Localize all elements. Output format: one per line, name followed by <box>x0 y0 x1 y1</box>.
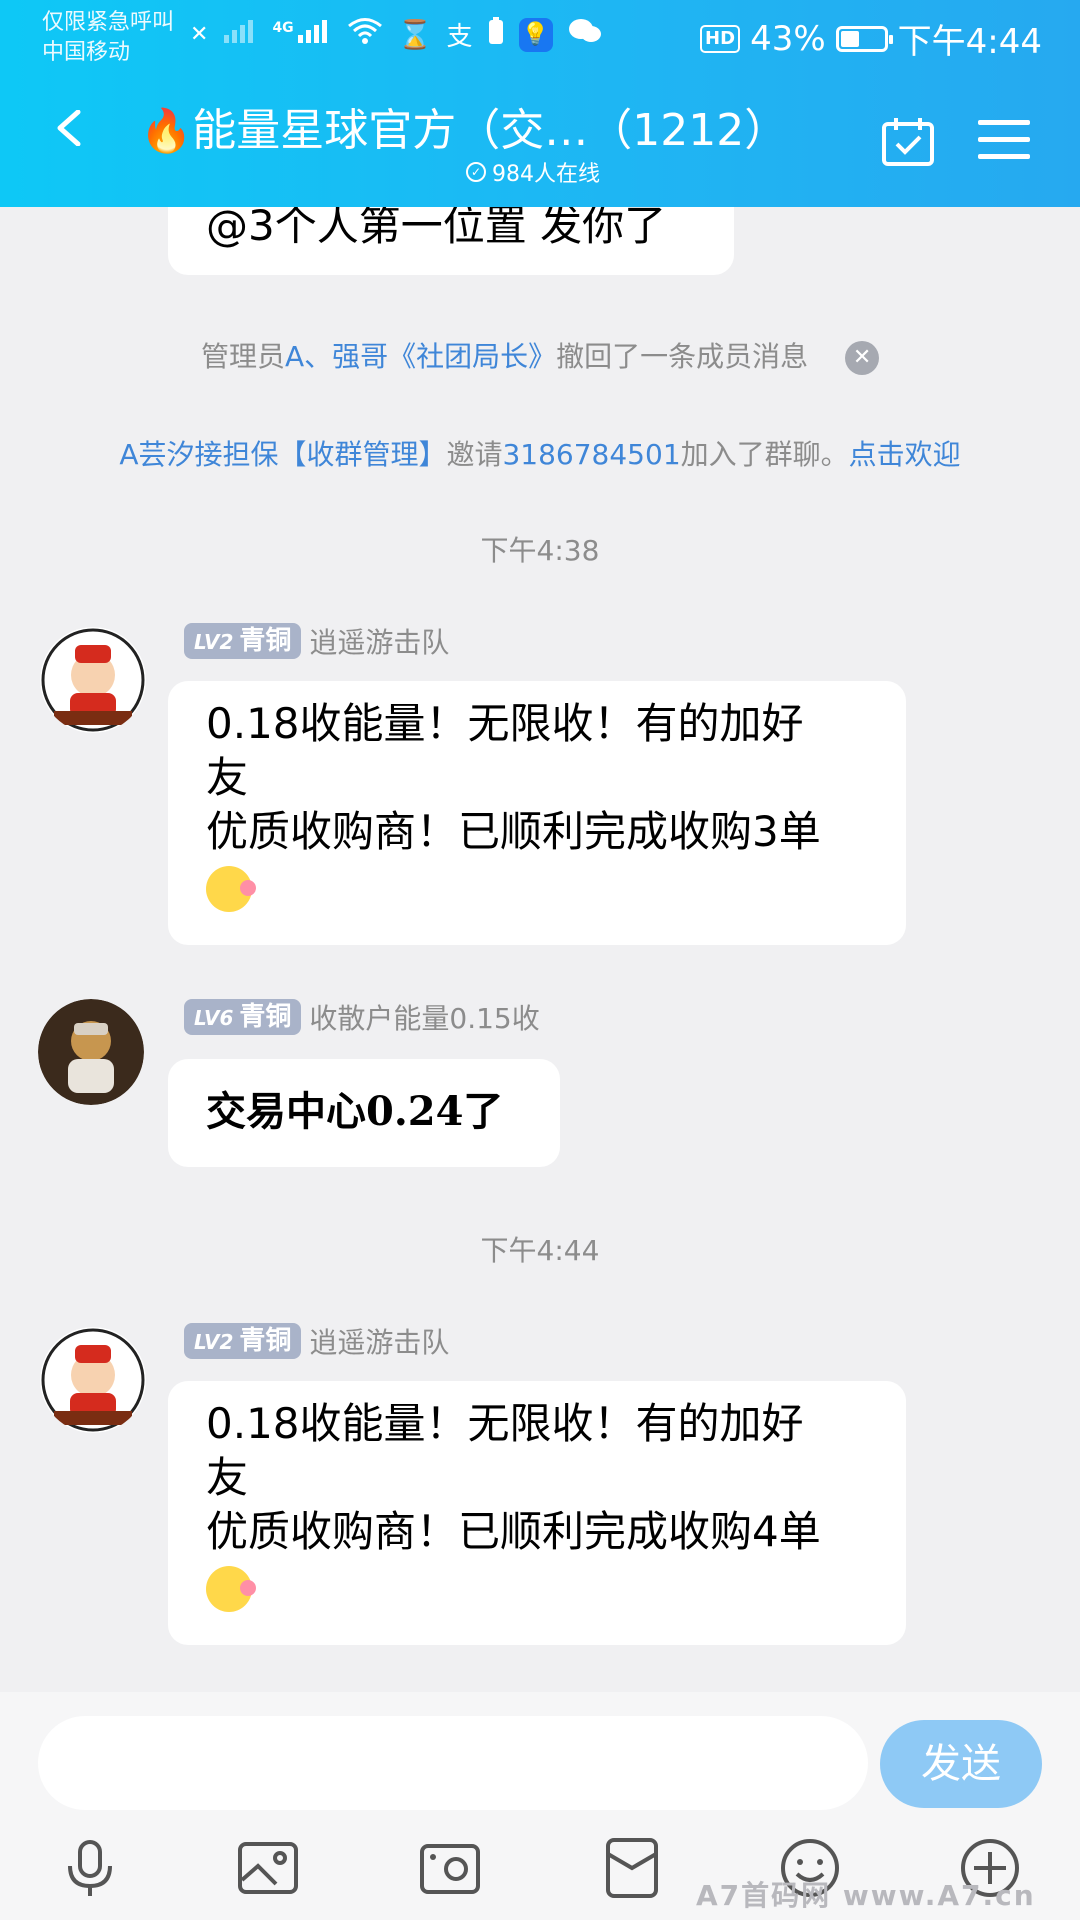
message-line: 友 <box>206 753 249 802</box>
chat-area[interactable]: @3个人第一位置 发你了 管理员A、强哥《社团局长》撤回了一条成员消息 ✕ A芸… <box>0 207 1080 1692</box>
hourglass-icon: ⌛ <box>397 18 433 51</box>
lollipop-emoji-icon <box>206 865 256 912</box>
hd-icon: HD <box>700 24 741 53</box>
wifi-icon <box>346 16 384 53</box>
back-arrow-icon[interactable] <box>52 110 88 146</box>
battery-saver-icon <box>487 16 505 53</box>
send-button[interactable]: 发送 <box>880 1720 1042 1808</box>
timestamp: 下午4:44 <box>480 1234 600 1267</box>
red-packet-icon[interactable] <box>600 1836 664 1900</box>
signal-icon <box>222 17 258 52</box>
invite-word: 邀请 <box>446 438 503 471</box>
recall-names-link[interactable]: A、强哥《社团局长》 <box>285 340 556 373</box>
message-line: 优质收购商！已顺利完成收购4单 <box>206 1507 821 1556</box>
message-bubble[interactable]: 0.18收能量！无限收！有的加好 友 优质收购商！已顺利完成收购3单 <box>168 681 906 945</box>
watermark: A7首码网 www.A7.cn <box>696 1879 1036 1912</box>
online-count-text: 984人在线 <box>492 162 600 187</box>
avatar[interactable] <box>40 627 146 733</box>
calendar-check-icon[interactable] <box>880 116 936 168</box>
welcome-link[interactable]: 点击欢迎 <box>849 438 961 471</box>
sender-info: LV6 青铜 收散户能量0.15收 <box>184 997 540 1037</box>
alipay-icon: 支 <box>446 22 473 52</box>
sender-info: LV2 青铜 逍遥游击队 <box>184 1321 449 1361</box>
camera-icon[interactable] <box>418 1836 482 1900</box>
rank-text: 青铜 <box>239 1002 292 1032</box>
level-badge: LV2 青铜 <box>184 623 302 659</box>
network-type: 4G <box>272 19 294 36</box>
message-text: @3个人第一位置 发你了 <box>206 207 667 250</box>
sender-name[interactable]: 逍遥游击队 <box>309 621 449 661</box>
join-notice: A芸汐接担保【收群管理】邀请3186784501加入了群聊。点击欢迎 <box>0 433 1080 473</box>
message-line: 友 <box>206 1453 249 1502</box>
level-badge: LV2 青铜 <box>184 1323 302 1359</box>
group-title[interactable]: 🔥能量星球官方（交…（1212） <box>140 94 788 158</box>
level-text: LV6 <box>194 1006 234 1030</box>
recall-notice: 管理员A、强哥《社团局长》撤回了一条成员消息 ✕ <box>0 335 1080 375</box>
level-text: LV2 <box>194 630 234 654</box>
rank-text: 青铜 <box>239 626 292 656</box>
carrier-line2: 中国移动 <box>42 40 131 65</box>
level-text: LV2 <box>194 1330 234 1354</box>
message-line: 0.18收能量！无限收！有的加好 <box>206 1399 804 1448</box>
battery-percent: 43% <box>750 18 826 59</box>
clock: 下午4:44 <box>897 22 1042 62</box>
level-badge: LV6 青铜 <box>184 999 302 1035</box>
sender-info: LV2 青铜 逍遥游击队 <box>184 621 449 661</box>
signal-4g-icon <box>296 17 332 52</box>
online-count[interactable]: ✓ 984人在线 <box>466 156 600 188</box>
battery-fill <box>840 30 859 47</box>
sender-name[interactable]: 收散户能量0.15收 <box>309 997 539 1037</box>
menu-icon[interactable] <box>978 118 1030 162</box>
message-line: 优质收购商！已顺利完成收购3单 <box>206 807 821 856</box>
lightbulb-app-icon: 💡 <box>518 17 553 52</box>
joined-text: 加入了群聊。 <box>680 438 849 471</box>
carrier-info: 仅限紧急呼叫 中国移动 <box>42 8 174 68</box>
close-icon[interactable]: ✕ <box>845 341 880 375</box>
timestamp: 下午4:38 <box>480 534 600 567</box>
recall-prefix: 管理员 <box>200 340 285 373</box>
message-text: 交易中心0.24了 <box>206 1088 504 1135</box>
carrier-line1: 仅限紧急呼叫 <box>42 10 175 35</box>
status-right: HD 43% 下午4:44 <box>700 14 1042 63</box>
microphone-icon[interactable] <box>58 1836 122 1900</box>
sender-name[interactable]: 逍遥游击队 <box>309 1321 449 1361</box>
message-bubble-partial[interactable]: @3个人第一位置 发你了 <box>168 207 734 275</box>
wechat-icon <box>567 16 603 53</box>
avatar[interactable] <box>40 1327 146 1433</box>
lollipop-emoji-icon <box>206 1565 256 1612</box>
invitee-link[interactable]: 3186784501 <box>502 438 680 471</box>
status-icons: ✕ 4G ⌛ 支 💡 <box>190 16 603 53</box>
inviter-link[interactable]: A芸汐接担保【收群管理】 <box>119 438 446 471</box>
message-line: 0.18收能量！无限收！有的加好 <box>206 699 804 748</box>
flame-icon: 🔥 <box>140 106 193 155</box>
battery-icon <box>835 25 893 52</box>
group-name: 能量星球官方（交…（1212） <box>192 105 789 156</box>
avatar[interactable] <box>38 999 144 1105</box>
message-bubble[interactable]: 0.18收能量！无限收！有的加好 友 优质收购商！已顺利完成收购4单 <box>168 1381 906 1645</box>
image-icon[interactable] <box>236 1836 300 1900</box>
message-input[interactable] <box>38 1716 868 1810</box>
rank-text: 青铜 <box>239 1326 292 1356</box>
app-header: 仅限紧急呼叫 中国移动 ✕ 4G ⌛ 支 💡 HD 43% 下午4:44 🔥能量… <box>0 0 1080 207</box>
check-circle-icon: ✓ <box>466 162 486 182</box>
message-bubble[interactable]: 交易中心0.24了 <box>168 1059 560 1167</box>
no-sim-x-icon: ✕ <box>190 22 209 47</box>
recall-suffix: 撤回了一条成员消息 <box>556 340 809 373</box>
